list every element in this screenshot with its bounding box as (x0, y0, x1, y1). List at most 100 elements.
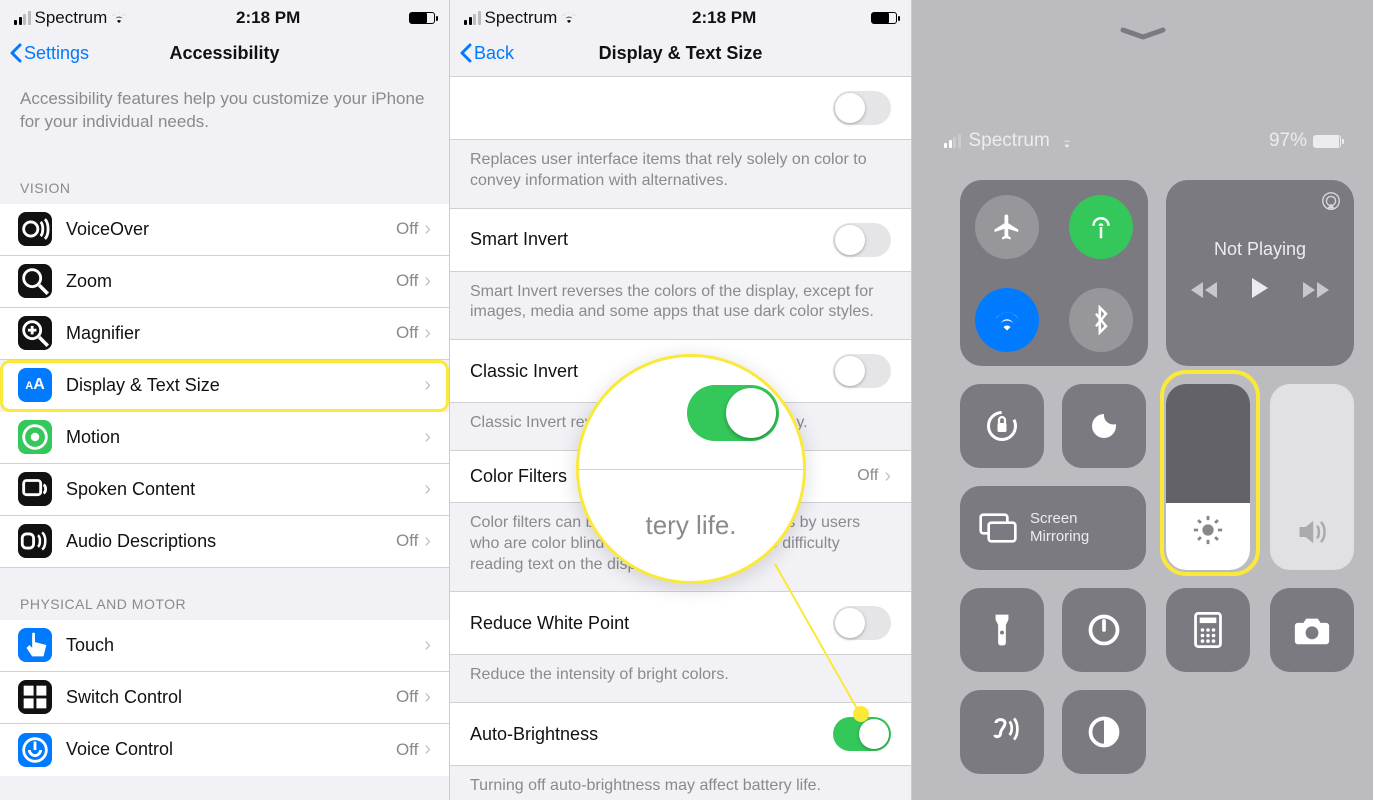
switch-control-icon (18, 680, 52, 714)
row-switch-control[interactable]: Switch Control Off › (0, 672, 449, 724)
toggle-flashlight[interactable] (960, 588, 1044, 672)
chevron-right-icon: › (424, 270, 431, 293)
row-label: Auto-Brightness (470, 724, 598, 745)
desc-smart-invert: Smart Invert reverses the colors of the … (450, 272, 911, 341)
wifi-icon (993, 309, 1021, 331)
tile-timer[interactable] (1062, 588, 1146, 672)
intro-text: Accessibility features help you customiz… (0, 76, 449, 152)
prev-track-icon[interactable] (1191, 276, 1219, 307)
calculator-icon (1194, 612, 1222, 648)
flashlight-icon (991, 612, 1013, 648)
cellular-icon (1086, 212, 1116, 242)
toggle-differentiate[interactable] (833, 91, 891, 125)
row-voiceover[interactable]: VoiceOver Off › (0, 204, 449, 256)
row-status: Off (396, 219, 418, 239)
toggle-bluetooth[interactable] (1069, 288, 1133, 352)
magnifier-icon (18, 316, 52, 350)
next-track-icon[interactable] (1301, 276, 1329, 307)
chevron-right-icon: › (424, 426, 431, 449)
nav-bar: Back Display & Text Size (450, 30, 911, 76)
play-icon[interactable] (1249, 276, 1271, 307)
row-motion[interactable]: Motion › (0, 412, 449, 464)
chevron-right-icon: › (424, 218, 431, 241)
dark-mode-icon (1086, 714, 1122, 750)
tile-dark-mode[interactable] (1062, 690, 1146, 774)
text-size-icon: AA (25, 376, 45, 394)
callout-toggle-on (687, 385, 779, 441)
row-label: Zoom (66, 271, 396, 292)
slider-volume[interactable] (1270, 384, 1354, 570)
time-label: 2:18 PM (692, 8, 756, 28)
row-label: Reduce White Point (470, 613, 629, 634)
toggle-do-not-disturb[interactable] (1062, 384, 1146, 468)
moon-icon (1088, 410, 1120, 442)
row-spoken-content[interactable]: Spoken Content › (0, 464, 449, 516)
back-button[interactable]: Back (460, 43, 514, 64)
battery-icon (409, 12, 435, 24)
row-zoom[interactable]: Zoom Off › (0, 256, 449, 308)
row-status: Off (396, 740, 418, 760)
audio-descriptions-icon (18, 524, 52, 558)
toggle-classic-invert[interactable] (833, 354, 891, 388)
ear-icon (984, 714, 1020, 750)
row-label: Switch Control (66, 687, 396, 708)
row-status: Off (396, 531, 418, 551)
tile-hearing[interactable] (960, 690, 1044, 774)
row-label: Display & Text Size (66, 375, 424, 396)
toggle-wifi[interactable] (975, 288, 1039, 352)
toggle-smart-invert[interactable] (833, 223, 891, 257)
page-title: Display & Text Size (450, 43, 911, 64)
slider-brightness[interactable] (1166, 384, 1250, 570)
tile-screen-mirroring[interactable]: Screen Mirroring (960, 486, 1146, 570)
chevron-right-icon: › (424, 686, 431, 709)
grabber-handle[interactable] (1119, 26, 1167, 34)
wifi-icon (561, 10, 577, 26)
tile-camera[interactable] (1270, 588, 1354, 672)
media-title: Not Playing (1214, 239, 1306, 260)
chevron-right-icon: › (424, 322, 431, 345)
toggle-reduce-white[interactable] (833, 606, 891, 640)
tile-calculator[interactable] (1166, 588, 1250, 672)
row-label: Voice Control (66, 739, 396, 760)
row-status: Off (396, 687, 418, 707)
row-display-text-size[interactable]: AA Display & Text Size › (0, 360, 449, 412)
status-bar: Spectrum 2:18 PM (450, 0, 911, 30)
row-smart-invert: Smart Invert (450, 209, 911, 272)
section-physical: PHYSICAL AND MOTOR (0, 568, 449, 620)
chevron-right-icon: › (424, 738, 431, 761)
carrier-label: Spectrum (35, 8, 108, 28)
row-label: Touch (66, 635, 424, 656)
chevron-right-icon: › (424, 530, 431, 553)
row-auto-brightness: Auto-Brightness (450, 703, 911, 766)
row-touch[interactable]: Touch › (0, 620, 449, 672)
chevron-right-icon: › (424, 374, 431, 397)
callout-magnifier: tery life. (576, 354, 806, 584)
airplay-icon[interactable] (1320, 190, 1342, 217)
toggle-cellular[interactable] (1069, 195, 1133, 259)
zoom-icon (18, 264, 52, 298)
row-magnifier[interactable]: Magnifier Off › (0, 308, 449, 360)
row-label: VoiceOver (66, 219, 396, 240)
row-label: Motion (66, 427, 424, 448)
nav-bar: Settings Accessibility (0, 30, 449, 76)
lock-rotation-icon (984, 408, 1020, 444)
carrier-label: Spectrum (485, 8, 558, 28)
toggle-airplane[interactable] (975, 195, 1039, 259)
section-vision: VISION (0, 152, 449, 204)
row-voice-control[interactable]: Voice Control Off › (0, 724, 449, 776)
row-label: Smart Invert (470, 229, 568, 250)
row-audio-descriptions[interactable]: Audio Descriptions Off › (0, 516, 449, 568)
chevron-right-icon: › (884, 465, 891, 488)
bluetooth-icon (1091, 305, 1111, 335)
toggle-orientation-lock[interactable] (960, 384, 1044, 468)
volume-icon (1294, 517, 1330, 547)
back-button[interactable]: Settings (10, 43, 89, 64)
signal-icon (944, 134, 961, 148)
tile-media[interactable]: Not Playing (1166, 180, 1354, 366)
callout-anchor-dot (853, 706, 869, 722)
battery-pct: 97% (1269, 130, 1307, 152)
desc-auto-brightness: Turning off auto-brightness may affect b… (450, 766, 911, 800)
carrier-label: Spectrum (969, 130, 1050, 152)
signal-icon (14, 11, 31, 25)
toggle-auto-brightness[interactable] (833, 717, 891, 751)
